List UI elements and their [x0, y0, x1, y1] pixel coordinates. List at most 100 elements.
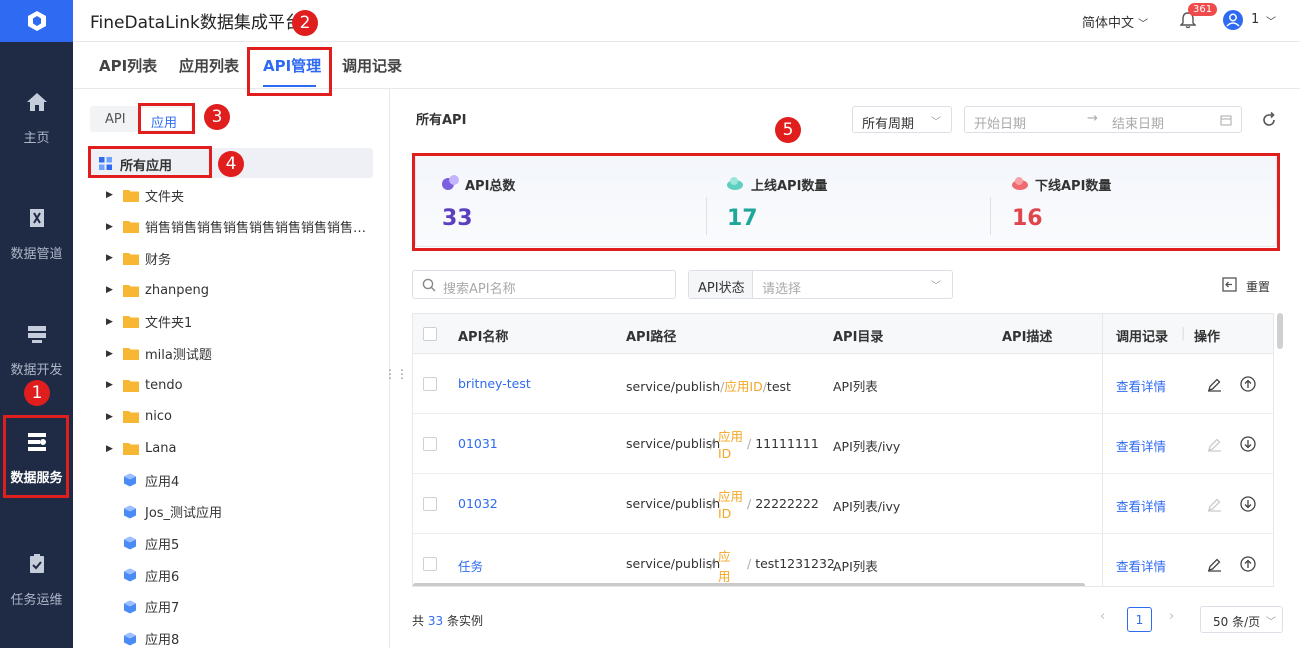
tab-app-list[interactable]: 应用列表 — [179, 55, 239, 76]
api-name-link[interactable]: 01031 — [458, 436, 498, 451]
tree-folder[interactable]: ▶ zhanpeng — [106, 278, 209, 302]
nav-label-service: 数据服务 — [10, 470, 63, 486]
tab-call-records[interactable]: 调用记录 — [342, 55, 402, 76]
top-bar: FineDataLink数据集成平台 简体中文 ﹀ 361 1 ﹀ — [73, 0, 1300, 42]
tree-folder[interactable]: ▶ mila测试题 — [106, 342, 212, 366]
folder-icon — [123, 189, 139, 202]
folder-icon — [123, 411, 139, 424]
app-cube-icon — [124, 536, 136, 550]
api-name-link[interactable]: 01032 — [458, 496, 498, 511]
tree-folder[interactable]: ▶ Lana — [106, 437, 176, 461]
avatar[interactable] — [1222, 9, 1244, 31]
tree-folder[interactable]: ▶ tendo — [106, 373, 183, 397]
edit-icon[interactable] — [1207, 437, 1222, 452]
tree-folder[interactable]: ▶ nico — [106, 405, 172, 429]
api-dir: API列表 — [833, 379, 878, 394]
view-details-link[interactable]: 查看详情 — [1116, 496, 1166, 515]
tree-folder-label: 销售销售销售销售销售销售销售销售… — [145, 221, 367, 237]
user-chevron-icon[interactable]: ﹀ — [1266, 13, 1276, 28]
publish-icon[interactable] — [1240, 376, 1256, 392]
path-app-id: 应用ID — [724, 379, 763, 394]
tree-app[interactable]: 应用8 — [123, 627, 179, 651]
tab-api-manage[interactable]: API管理 — [263, 55, 321, 76]
api-dir: API列表/ivy — [833, 439, 901, 454]
page-size-select[interactable]: 50 条/页 ﹀ — [1200, 606, 1283, 633]
date-range-picker[interactable]: 开始日期 → 结束日期 — [964, 106, 1242, 133]
chevron-down-icon: ﹀ — [931, 281, 941, 292]
search-input[interactable]: 搜索API名称 — [412, 270, 676, 299]
nav-item-home[interactable]: 主页 — [0, 68, 73, 168]
end-date-input[interactable]: 结束日期 — [1112, 113, 1164, 132]
stat-divider — [706, 197, 707, 235]
view-details-link[interactable]: 查看详情 — [1116, 376, 1166, 395]
row-checkbox[interactable] — [423, 557, 437, 571]
tree-folder[interactable]: ▶ 文件夹1 — [106, 310, 192, 334]
subtab-app[interactable]: 应用 — [151, 112, 177, 131]
stat-value-offline: 16 — [1012, 206, 1043, 231]
status-filter[interactable]: API状态 请选择 ﹀ — [688, 270, 953, 299]
nav-item-service[interactable]: 数据服务 — [0, 408, 73, 508]
view-details-link[interactable]: 查看详情 — [1116, 436, 1166, 455]
api-path: service/publish/应用ID/test — [626, 379, 791, 394]
tree-folder-label: mila测试题 — [145, 348, 212, 363]
caret-right-icon: ▶ — [106, 348, 113, 359]
select-all-checkbox[interactable] — [423, 327, 437, 341]
tree-app-label: 应用4 — [145, 474, 180, 490]
stat-label-online: 上线API数量 — [751, 179, 828, 194]
app-logo[interactable] — [0, 0, 73, 42]
offline-icon[interactable] — [1240, 496, 1256, 512]
horizontal-scrollbar[interactable] — [413, 583, 1085, 586]
path-suffix: / 22222222 — [747, 496, 819, 511]
edit-icon[interactable] — [1207, 497, 1222, 512]
offline-icon[interactable] — [1240, 436, 1256, 452]
language-select[interactable]: 简体中文 ﹀ — [1082, 12, 1148, 31]
row-checkbox[interactable] — [423, 497, 437, 511]
nav-item-ops[interactable]: 任务运维 — [0, 530, 73, 630]
api-name-link[interactable]: 任务 — [458, 556, 483, 575]
caret-right-icon: ▶ — [106, 443, 113, 454]
folder-icon — [123, 379, 139, 392]
start-date-input[interactable]: 开始日期 — [974, 113, 1026, 132]
tree-folder[interactable]: ▶ 销售销售销售销售销售销售销售销售… — [106, 215, 366, 239]
pipeline-icon — [29, 208, 44, 227]
tree-folder[interactable]: ▶ 文件夹 — [106, 183, 184, 207]
tree-folder-label: nico — [145, 409, 172, 425]
tree-app[interactable]: 应用5 — [123, 531, 179, 555]
total-prefix: 共 — [412, 614, 425, 628]
logo-icon — [27, 11, 46, 31]
next-page-icon[interactable]: › — [1169, 609, 1174, 624]
tree-folder[interactable]: ▶ 财务 — [106, 246, 171, 270]
tree-app[interactable]: 应用4 — [123, 468, 179, 492]
annotation-badge-2: 2 — [292, 10, 318, 36]
path-prefix: service/publish — [626, 379, 721, 394]
reset-button[interactable]: 重置 — [1246, 278, 1270, 295]
vertical-scrollbar[interactable] — [1277, 313, 1283, 349]
refresh-icon[interactable] — [1261, 112, 1277, 128]
edit-icon[interactable] — [1207, 377, 1222, 392]
row-checkbox[interactable] — [423, 437, 437, 451]
page-1-button[interactable]: 1 — [1127, 607, 1152, 632]
tree-app-label: Jos_测试应用 — [145, 506, 223, 522]
caret-right-icon: ▶ — [106, 190, 113, 200]
nav-item-pipeline[interactable]: 数据管道 — [0, 184, 73, 284]
view-details-link[interactable]: 查看详情 — [1116, 556, 1166, 575]
folder-icon — [123, 348, 139, 360]
total-count: 共 33 条实例 — [412, 612, 483, 629]
subtab-api[interactable]: API — [105, 112, 126, 127]
prev-page-icon[interactable]: ‹ — [1100, 609, 1105, 624]
calendar-icon — [1220, 115, 1232, 126]
user-name[interactable]: 1 — [1251, 12, 1259, 27]
path-suffix-text: 11111111 — [755, 436, 819, 451]
app-cube-icon — [124, 632, 136, 645]
edit-icon[interactable] — [1207, 557, 1222, 572]
reset-icon[interactable] — [1222, 277, 1237, 292]
api-name-link[interactable]: britney-test — [458, 376, 531, 391]
period-select[interactable]: 所有周期 ﹀ — [852, 106, 952, 133]
row-checkbox[interactable] — [423, 377, 437, 391]
tree-app[interactable]: 应用7 — [123, 595, 179, 619]
tree-app[interactable]: Jos_测试应用 — [123, 500, 222, 524]
tab-api-list[interactable]: API列表 — [99, 55, 157, 76]
tree-app[interactable]: 应用6 — [123, 563, 179, 587]
stat-label-offline: 下线API数量 — [1035, 179, 1112, 194]
publish-icon[interactable] — [1240, 556, 1256, 572]
